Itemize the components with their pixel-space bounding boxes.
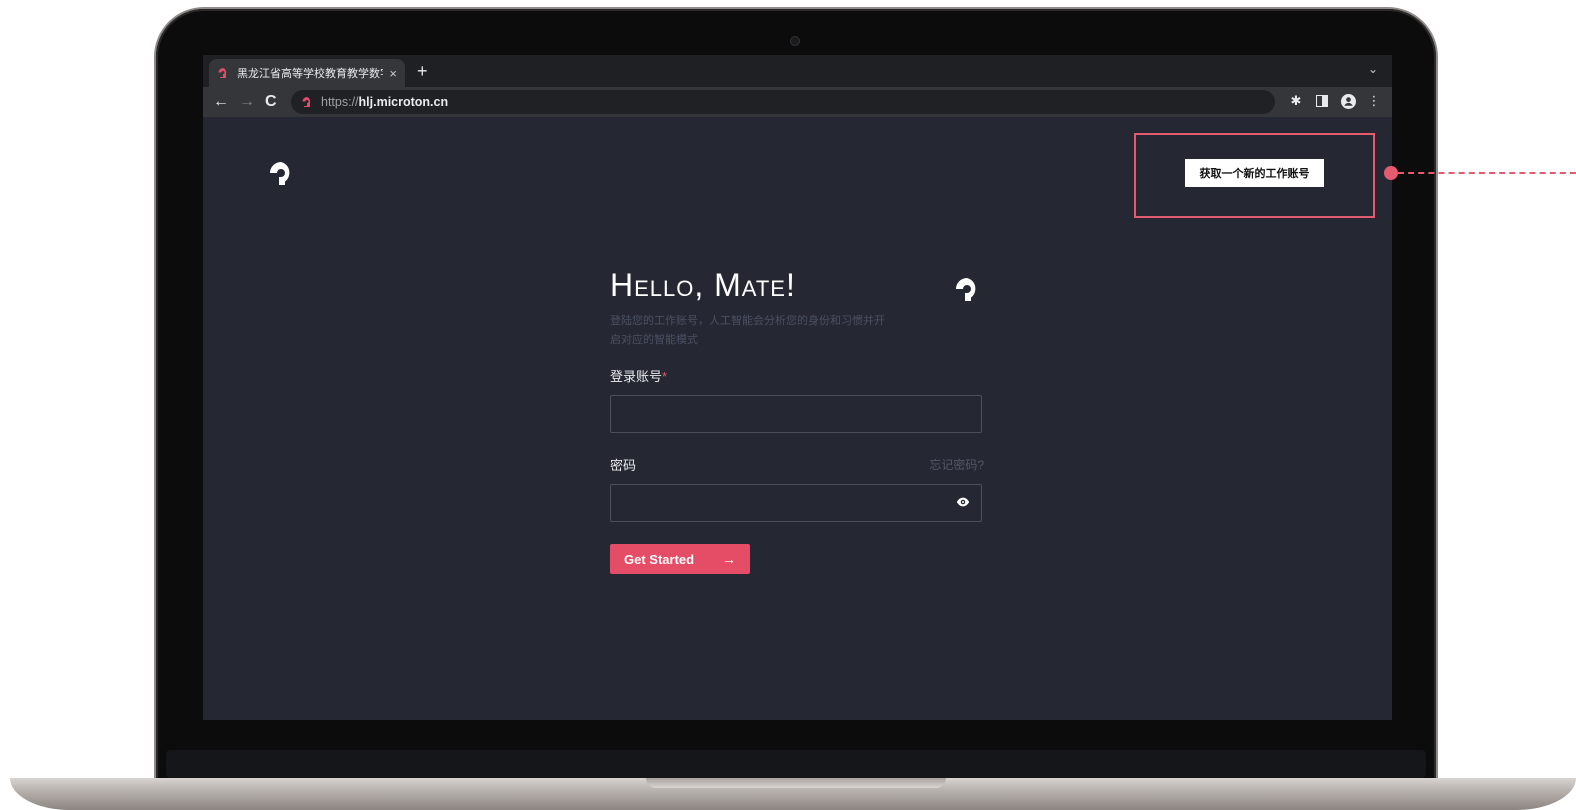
account-label-row: 登录账号* xyxy=(610,366,984,385)
forward-arrow-icon[interactable]: → xyxy=(239,92,255,112)
back-arrow-icon[interactable]: ← xyxy=(213,92,229,112)
login-form: Hello, Mate! 登陆您的工作账号，人工智能会分析您的身份和习惯并开启对… xyxy=(610,267,984,574)
browser-toolbar: ← → C https://hlj.microton.cn ✱ ⋮ xyxy=(203,87,1392,117)
password-field-wrap xyxy=(610,474,984,522)
account-label: 登录账号* xyxy=(610,369,668,384)
account-input[interactable] xyxy=(610,395,982,433)
brand-logo-icon xyxy=(956,278,976,301)
camera-icon xyxy=(791,37,799,45)
site-favicon-icon xyxy=(218,68,227,78)
extensions-puzzle-icon[interactable]: ✱ xyxy=(1288,93,1304,109)
profile-avatar-icon[interactable] xyxy=(1340,93,1356,109)
forgot-password-link[interactable]: 忘记密码? xyxy=(929,456,984,473)
brand-logo-icon xyxy=(270,162,290,185)
browser-tabbar: 黑龙江省高等学校教育教学数字 × + ⌄ xyxy=(203,55,1392,87)
annotation-dot xyxy=(1384,166,1398,180)
side-panel-icon[interactable] xyxy=(1314,93,1330,109)
required-mark: * xyxy=(662,369,668,384)
arrow-right-icon: → xyxy=(722,551,736,567)
address-bar[interactable]: https://hlj.microton.cn xyxy=(291,90,1275,114)
reload-icon[interactable]: C xyxy=(265,92,277,112)
login-subtitle: 登陆您的工作账号，人工智能会分析您的身份和习惯并开启对应的智能模式 xyxy=(610,315,885,346)
site-favicon-icon xyxy=(302,97,311,107)
annotation-highlight-box xyxy=(1134,133,1375,218)
tab-title: 黑龙江省高等学校教育教学数字 xyxy=(237,68,384,80)
password-label-row: 密码 忘记密码? xyxy=(610,455,984,474)
password-label: 密码 xyxy=(610,458,637,473)
get-started-label: Get Started xyxy=(624,551,695,567)
password-input[interactable] xyxy=(610,484,982,522)
annotation-dashed-line xyxy=(1398,172,1576,174)
toolbar-icons: ✱ ⋮ xyxy=(1288,93,1382,109)
browser-tab[interactable]: 黑龙江省高等学校教育教学数字 × xyxy=(209,59,405,87)
eye-icon[interactable] xyxy=(956,495,970,509)
laptop-chin xyxy=(166,750,1426,778)
tab-close-icon[interactable]: × xyxy=(389,66,397,81)
page-title: Hello, Mate! xyxy=(610,267,796,303)
new-tab-icon[interactable]: + xyxy=(417,61,428,82)
url-text: https://hlj.microton.cn xyxy=(321,95,449,109)
laptop-base-notch xyxy=(646,778,946,788)
chevron-down-icon[interactable]: ⌄ xyxy=(1368,62,1378,76)
get-started-button[interactable]: Get Started → xyxy=(610,544,750,574)
kebab-menu-icon[interactable]: ⋮ xyxy=(1366,93,1382,109)
